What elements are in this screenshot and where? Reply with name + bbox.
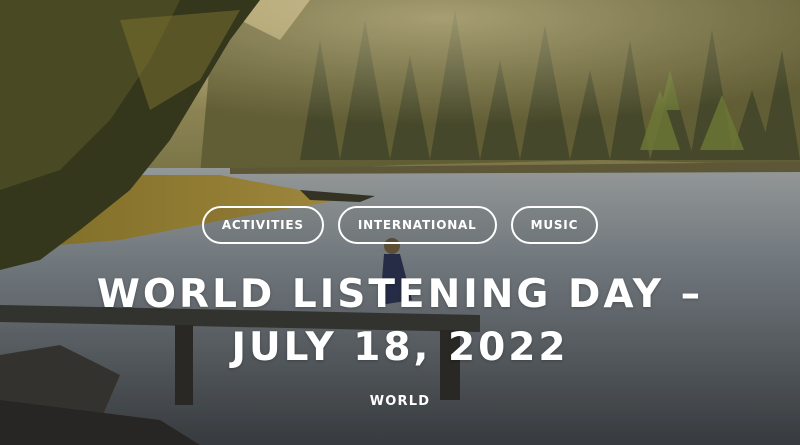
article-title[interactable]: WORLD LISTENING DAY – JULY 18, 2022 xyxy=(0,268,800,374)
tag-music[interactable]: MUSIC xyxy=(510,206,599,244)
article-title-line-1: WORLD LISTENING DAY – xyxy=(96,272,704,317)
tag-international[interactable]: INTERNATIONAL xyxy=(337,206,497,244)
article-title-line-2: JULY 18, 2022 xyxy=(231,325,569,370)
tag-list: ACTIVITIES INTERNATIONAL MUSIC xyxy=(0,206,800,244)
article-category-link[interactable]: WORLD xyxy=(0,394,800,409)
tag-activities[interactable]: ACTIVITIES xyxy=(201,206,324,244)
hero-banner: ACTIVITIES INTERNATIONAL MUSIC WORLD LIS… xyxy=(0,0,800,445)
